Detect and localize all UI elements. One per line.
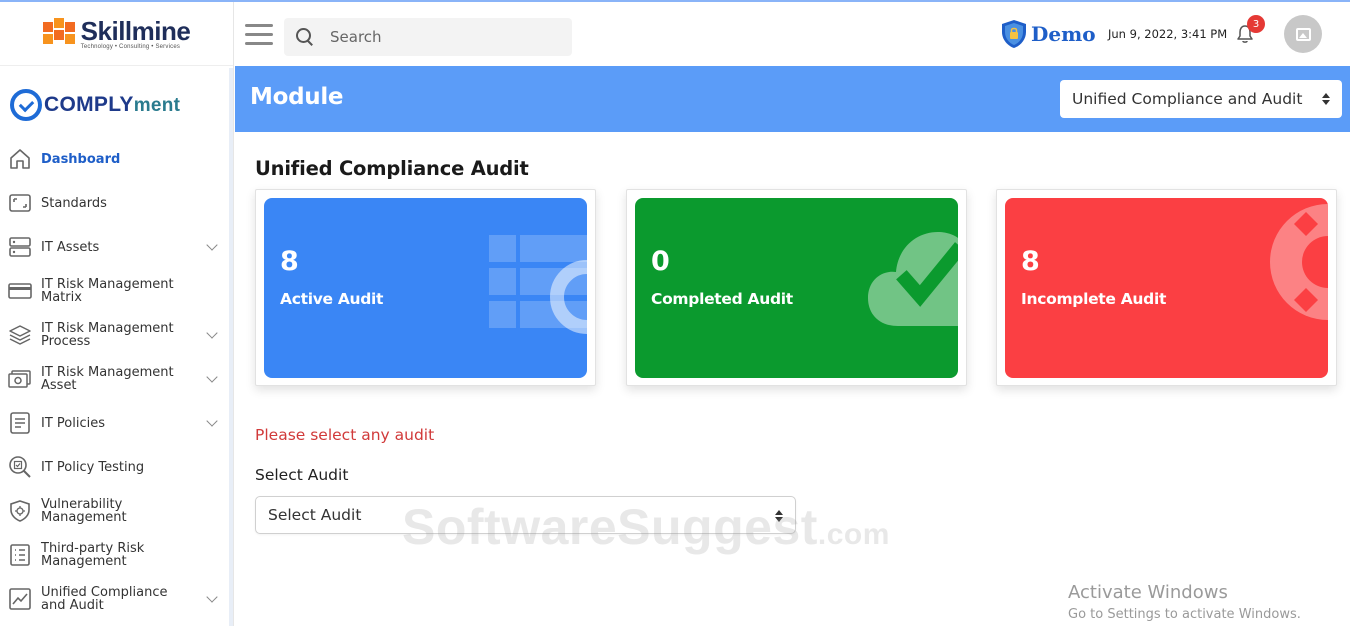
sidebar-item-label: Unified Compliance and Audit [41, 585, 168, 613]
home-icon [10, 149, 30, 169]
chevron-down-icon [206, 327, 218, 339]
product-name: COMPLYment [44, 93, 181, 116]
sidebar-item-label: Dashboard [41, 151, 121, 167]
select-arrows-icon [1322, 92, 1330, 106]
server-icon [9, 237, 31, 257]
card-body: 8 Incomplete Audit [1005, 198, 1328, 378]
org-label: Demo [1031, 22, 1096, 46]
sidebar-nav: Dashboard Standards IT Assets IT Risk Ma… [0, 137, 230, 621]
search-box[interactable] [284, 18, 572, 56]
image-placeholder-icon [1295, 27, 1311, 41]
company-tagline: Technology • Consulting • Services [80, 43, 181, 50]
company-logo[interactable]: Skillmine Technology • Consulting • Serv… [0, 2, 233, 66]
card-body: 0 Completed Audit [635, 198, 958, 378]
card-label: Incomplete Audit [1021, 290, 1167, 308]
card-active-audit[interactable]: 8 Active Audit [255, 189, 596, 386]
check-circle-icon [10, 89, 42, 121]
select-audit-value: Select Audit [268, 506, 362, 524]
shield-bug-icon [10, 500, 30, 522]
sidebar-item-standards[interactable]: Standards [0, 181, 230, 225]
document-icon [10, 412, 30, 434]
user-avatar[interactable] [1284, 15, 1322, 53]
sidebar-item-label: IT Risk Management Process [41, 321, 174, 349]
card-completed-audit[interactable]: 0 Completed Audit [626, 189, 967, 386]
hamburger-menu-icon[interactable] [245, 24, 273, 46]
sidebar-item-label: Standards [41, 195, 107, 211]
sidebar-item-label: IT Policies [41, 415, 105, 431]
money-icon [8, 370, 31, 388]
grid-search-icon [489, 235, 587, 334]
skillmine-logo-icon [42, 17, 75, 50]
company-name: Skillmine [80, 15, 191, 46]
card-count: 8 [280, 246, 299, 277]
card-count: 8 [1021, 246, 1040, 277]
chevron-down-icon [206, 591, 218, 603]
shield-lock-icon [1002, 20, 1026, 48]
card-label: Active Audit [280, 290, 384, 308]
sidebar-item-unified-compliance[interactable]: Unified Compliance and Audit [0, 577, 230, 621]
activate-title: Activate Windows [1068, 582, 1228, 603]
module-banner: Module Unified Compliance and Audit [235, 66, 1350, 132]
sidebar-item-it-assets[interactable]: IT Assets [0, 225, 230, 269]
section-title: Unified Compliance Audit [255, 157, 529, 180]
card-label: Completed Audit [651, 290, 793, 308]
sidebar-item-it-risk-asset[interactable]: IT Risk Management Asset [0, 357, 230, 401]
org-indicator[interactable]: Demo [1001, 19, 1096, 49]
module-select-value: Unified Compliance and Audit [1072, 90, 1303, 108]
chevron-down-icon [206, 415, 218, 427]
sidebar-item-label: Third-party Risk Management [41, 541, 145, 569]
sidebar-item-it-risk-matrix[interactable]: IT Risk Management Matrix [0, 269, 230, 313]
product-logo[interactable]: COMPLYment [0, 66, 233, 144]
sidebar-item-label: IT Assets [41, 239, 100, 255]
sidebar-item-third-party-risk[interactable]: Third-party Risk Management [0, 533, 230, 577]
sidebar-item-it-policies[interactable]: IT Policies [0, 401, 230, 445]
validation-error: Please select any audit [255, 426, 435, 444]
sidebar-item-label: IT Risk Management Asset [41, 365, 174, 393]
sidebar-item-label: Vulnerability Management [41, 497, 127, 525]
lifebuoy-icon [1270, 204, 1328, 320]
top-header: Demo Jun 9, 2022, 3:41 PM 3 [235, 2, 1350, 66]
sidebar-item-it-policy-testing[interactable]: IT Policy Testing [0, 445, 230, 489]
search-input[interactable] [330, 28, 550, 46]
magnifier-check-icon [9, 456, 31, 478]
chevron-down-icon [206, 371, 218, 383]
activate-windows-notice: Activate Windows Go to Settings to activ… [1068, 582, 1301, 625]
sidebar-item-label: IT Policy Testing [41, 459, 145, 475]
card-count: 0 [651, 246, 670, 277]
notification-badge: 3 [1247, 15, 1265, 33]
search-icon [296, 28, 314, 46]
card-body: 8 Active Audit [264, 198, 587, 378]
card-incomplete-audit[interactable]: 8 Incomplete Audit [996, 189, 1337, 386]
watermark: SoftwareSuggest.com [402, 499, 890, 555]
trend-chart-icon [9, 588, 31, 610]
list-icon [10, 544, 30, 566]
sidebar-item-vulnerability[interactable]: Vulnerability Management [0, 489, 230, 533]
sidebar-item-label: IT Risk Management Matrix [41, 277, 174, 305]
chevron-down-icon [206, 239, 218, 251]
card-icon [8, 283, 32, 299]
frame-icon [9, 194, 31, 212]
page-title: Module [250, 84, 344, 110]
header-datetime: Jun 9, 2022, 3:41 PM [1108, 27, 1228, 41]
cloud-check-icon [868, 232, 958, 326]
sidebar-scrollbar[interactable] [229, 68, 233, 626]
sidebar-item-it-risk-process[interactable]: IT Risk Management Process [0, 313, 230, 357]
select-audit-label: Select Audit [255, 466, 349, 484]
layers-icon [9, 325, 31, 345]
module-select[interactable]: Unified Compliance and Audit [1060, 80, 1342, 118]
sidebar-item-dashboard[interactable]: Dashboard [0, 137, 230, 181]
sidebar: Skillmine Technology • Consulting • Serv… [0, 2, 234, 626]
activate-subtitle: Go to Settings to activate Windows. [1068, 607, 1301, 622]
